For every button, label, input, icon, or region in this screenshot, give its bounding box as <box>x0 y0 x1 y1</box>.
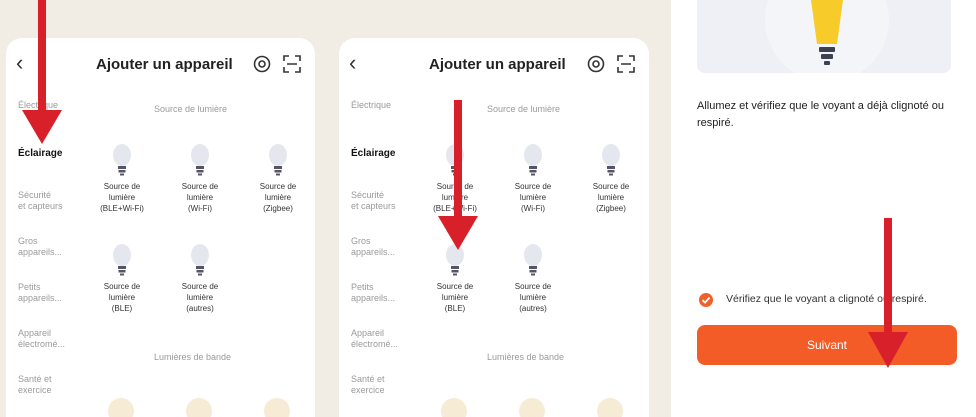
instruction-text: Allumez et vérifiez que le voyant a déjà… <box>697 100 945 129</box>
qr-scan-icon[interactable] <box>283 55 301 73</box>
device-light-wifi[interactable]: Source de lumière (Wi-Fi) <box>168 142 232 214</box>
device-light-ble-wifi[interactable]: Source de lumière (BLE+Wi-Fi) <box>90 142 154 214</box>
back-chevron-icon[interactable]: ‹ <box>349 52 369 74</box>
category-security[interactable]: Sécurité et capteurs <box>351 190 419 212</box>
category-small-appliances[interactable]: Petits appareils... <box>18 282 86 304</box>
bulb-icon <box>446 244 464 276</box>
bulb-icon <box>191 244 209 276</box>
back-chevron-icon[interactable]: ‹ <box>16 52 36 74</box>
category-lighting[interactable]: Éclairage <box>351 148 419 159</box>
section-light-strips: Lumières de bande <box>154 352 232 362</box>
next-button[interactable]: Suivant <box>697 325 957 365</box>
nearby-scan-icon[interactable] <box>253 55 271 73</box>
category-electrical[interactable]: Électrique <box>18 100 86 111</box>
qr-scan-icon[interactable] <box>617 55 635 73</box>
bulb-icon <box>524 244 542 276</box>
bulb-icon <box>269 144 287 176</box>
category-health[interactable]: Santé et exercice <box>18 374 86 396</box>
strip-device-icon[interactable] <box>186 398 212 417</box>
page-title: Ajouter un appareil <box>429 56 566 73</box>
strip-device-icon[interactable] <box>108 398 134 417</box>
device-light-zigbee[interactable]: Source de lumière (Zigbee) <box>579 142 643 214</box>
category-small-appliances[interactable]: Petits appareils... <box>351 282 419 304</box>
bulb-icon <box>113 244 131 276</box>
device-light-other[interactable]: Source de lumière (autres) <box>168 242 232 314</box>
category-kitchen-appliances[interactable]: Appareil électromé... <box>351 328 419 350</box>
device-light-ble[interactable]: Source de lumière (BLE) <box>90 242 154 314</box>
strip-device-icon[interactable] <box>441 398 467 417</box>
bulb-icon <box>191 144 209 176</box>
section-light-source: Source de lumière <box>487 104 561 114</box>
category-health[interactable]: Santé et exercice <box>351 374 419 396</box>
strip-device-icon[interactable] <box>597 398 623 417</box>
nearby-scan-icon[interactable] <box>587 55 605 73</box>
device-light-ble-wifi[interactable]: Source de lumière (BLE+Wi-Fi) <box>423 142 487 214</box>
bulb-icon <box>446 144 464 176</box>
checkmark-icon <box>701 296 711 304</box>
category-kitchen-appliances[interactable]: Appareil électromé... <box>18 328 86 350</box>
confirm-light-panel: Allumez et vérifiez que le voyant a déjà… <box>671 0 976 417</box>
bulb-icon <box>524 144 542 176</box>
lit-bulb-icon <box>765 0 889 73</box>
bulb-icon <box>113 144 131 176</box>
confirm-checkbox[interactable] <box>699 293 713 307</box>
device-light-ble[interactable]: Source de lumière (BLE) <box>423 242 487 314</box>
category-electrical[interactable]: Électrique <box>351 100 419 111</box>
bulb-illustration <box>697 0 951 73</box>
confirm-checkbox-label[interactable]: Vérifiez que le voyant a clignoté ou res… <box>726 293 927 305</box>
category-large-appliances[interactable]: Gros appareils... <box>18 236 86 258</box>
bulb-icon <box>602 144 620 176</box>
add-device-panel-1: ‹ Ajouter un appareil Électrique Éclaira… <box>6 38 315 417</box>
device-light-other[interactable]: Source de lumière (autres) <box>501 242 565 314</box>
device-light-wifi[interactable]: Source de lumière (Wi-Fi) <box>501 142 565 214</box>
section-light-strips: Lumières de bande <box>487 352 565 362</box>
category-security[interactable]: Sécurité et capteurs <box>18 190 86 212</box>
strip-device-icon[interactable] <box>519 398 545 417</box>
device-light-zigbee[interactable]: Source de lumière (Zigbee) <box>246 142 310 214</box>
category-lighting[interactable]: Éclairage <box>18 148 86 159</box>
add-device-panel-2: ‹ Ajouter un appareil Électrique Éclaira… <box>339 38 649 417</box>
header: ‹ Ajouter un appareil <box>6 50 315 78</box>
strip-device-icon[interactable] <box>264 398 290 417</box>
page-title: Ajouter un appareil <box>96 56 233 73</box>
section-light-source: Source de lumière <box>154 104 228 114</box>
category-large-appliances[interactable]: Gros appareils... <box>351 236 419 258</box>
header: ‹ Ajouter un appareil <box>339 50 649 78</box>
